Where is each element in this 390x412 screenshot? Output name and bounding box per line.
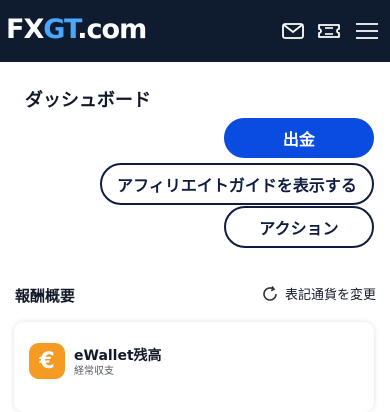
ticket-icon[interactable]: [316, 19, 342, 43]
top-navigation-bar: FXGT.com: [0, 0, 390, 62]
fxgt-logo[interactable]: FXGT.com: [6, 14, 147, 46]
reward-summary-title: 報酬概要: [15, 287, 76, 305]
logo-gt: GT: [43, 14, 78, 45]
action-button[interactable]: アクション: [224, 206, 374, 248]
hamburger-menu-icon[interactable]: [354, 19, 380, 43]
mail-icon[interactable]: [281, 19, 305, 43]
ewallet-subtitle: 経常収支: [74, 366, 114, 377]
withdraw-button[interactable]: 出金: [224, 118, 374, 158]
change-currency-button[interactable]: 表記通貨を変更: [261, 284, 376, 303]
euro-icon: €: [29, 343, 65, 379]
logo-dotcom: .com: [77, 14, 147, 45]
logo-fx: FX: [6, 14, 44, 45]
affiliate-guide-button[interactable]: アフィリエイトガイドを表示する: [100, 163, 374, 205]
change-currency-label: 表記通貨を変更: [284, 288, 376, 303]
refresh-icon: [261, 285, 279, 303]
ewallet-balance-card[interactable]: € eWallet残高 経常収支: [14, 322, 374, 412]
page-title: ダッシュボード: [25, 90, 151, 111]
